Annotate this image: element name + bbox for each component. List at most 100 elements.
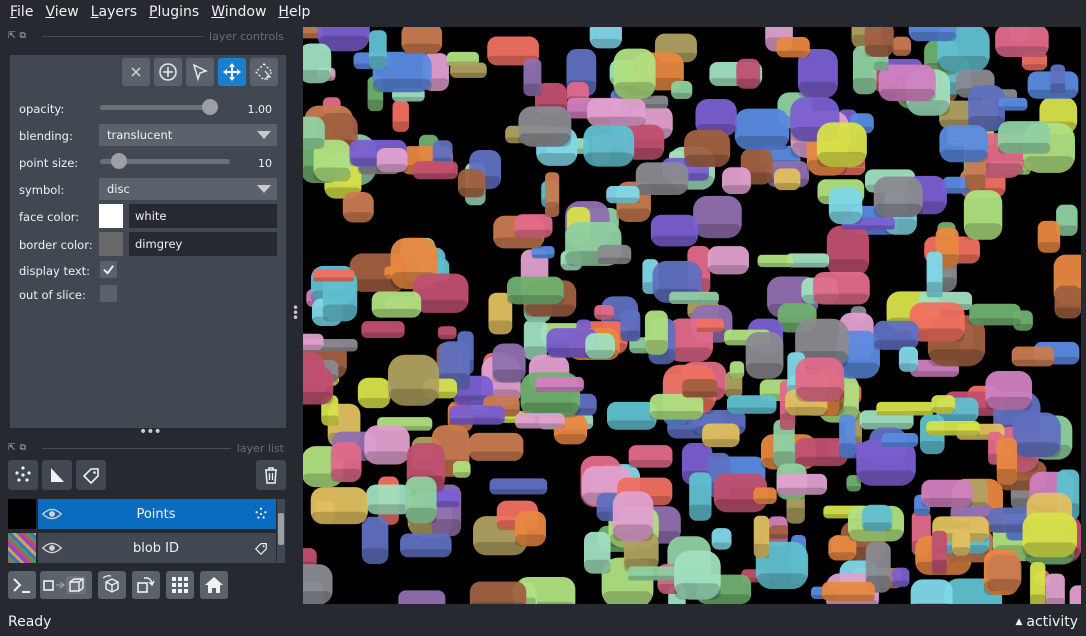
transform-icon [255, 63, 273, 81]
reset-view-button[interactable] [200, 571, 228, 599]
layer-controls-title: layer controls [209, 29, 284, 43]
face-color-input[interactable]: white [129, 204, 277, 228]
blob [839, 414, 856, 458]
border-color-swatch[interactable] [99, 232, 123, 256]
new-shapes-layer-button[interactable] [42, 460, 72, 490]
blob [910, 579, 953, 604]
blob [507, 276, 564, 305]
blob [1030, 562, 1046, 604]
blob [612, 491, 654, 542]
new-points-layer-button[interactable] [8, 460, 38, 490]
blob [997, 121, 1051, 154]
layer-name[interactable]: blob ID [66, 541, 246, 556]
visibility-toggle[interactable] [38, 541, 66, 555]
blob [357, 377, 391, 409]
blob [876, 401, 935, 416]
blob [587, 98, 646, 126]
pan-zoom-button[interactable] [218, 58, 246, 86]
face-color-swatch[interactable] [99, 204, 123, 228]
eye-icon [42, 508, 62, 520]
opacity-slider-handle[interactable] [202, 99, 218, 115]
dock-resize-handle[interactable]: ••• [139, 424, 162, 440]
menu-help[interactable]: Help [272, 4, 316, 20]
blob [401, 27, 443, 55]
blob [453, 460, 471, 478]
new-labels-layer-button[interactable] [76, 460, 106, 490]
blob [822, 581, 875, 601]
blob [469, 581, 527, 604]
blob [969, 303, 1021, 326]
blob [628, 445, 673, 468]
face-color-label: face color: [19, 210, 80, 224]
layer-row-points[interactable]: Points [8, 499, 276, 529]
blob [776, 473, 827, 495]
menu-plugins[interactable]: Plugins [143, 4, 205, 20]
menu-bar: File View Layers Plugins Window Help [0, 0, 1086, 24]
blob [745, 332, 784, 379]
display-text-checkbox[interactable] [100, 261, 117, 278]
blob [776, 36, 810, 58]
display-text-label: display text: [19, 264, 91, 278]
close-icon [131, 67, 141, 77]
activity-label: activity [1026, 614, 1078, 630]
float-icon[interactable]: ⇱ [8, 443, 16, 453]
blob [862, 504, 893, 532]
splitter-handle[interactable]: • • • [292, 302, 299, 324]
blob [371, 291, 422, 318]
blob [873, 176, 923, 218]
layer-list-scrollbar[interactable] [277, 499, 285, 563]
menu-window[interactable]: Window [205, 4, 272, 20]
layer-row-body[interactable]: blob ID [38, 533, 276, 563]
console-button[interactable] [8, 571, 36, 599]
blob [987, 554, 1022, 591]
delete-layer-button[interactable] [256, 460, 286, 490]
points-icon [246, 507, 276, 521]
point-size-slider-handle[interactable] [111, 153, 128, 169]
move-icon [223, 63, 241, 81]
blob [303, 116, 325, 149]
blob [303, 333, 324, 351]
blob [878, 64, 936, 102]
ndisplay-toggle-button[interactable] [40, 571, 92, 599]
layer-row-body[interactable]: Points [38, 499, 276, 529]
blob [361, 516, 389, 564]
close-dock-icon[interactable]: ⧉ [20, 443, 26, 453]
grid-toggle-button[interactable] [166, 571, 194, 599]
activity-button[interactable]: ▲ activity [1015, 614, 1078, 630]
transform-button[interactable] [250, 58, 278, 86]
blob [1037, 220, 1061, 253]
blob [757, 254, 793, 268]
layer-name[interactable]: Points [66, 507, 246, 522]
blob [535, 376, 584, 392]
visibility-toggle[interactable] [38, 507, 66, 521]
out-of-slice-checkbox[interactable] [100, 285, 117, 302]
roll-dimensions-button[interactable] [98, 571, 126, 599]
close-dock-icon[interactable]: ⧉ [20, 31, 26, 41]
blob [828, 186, 863, 225]
blending-combo[interactable]: translucent [99, 124, 277, 146]
symbol-combo[interactable]: disc [99, 178, 277, 200]
blob [583, 531, 611, 574]
blob [1054, 285, 1081, 319]
blob [635, 162, 689, 195]
select-points-button[interactable] [186, 58, 214, 86]
new-points-icon [15, 466, 31, 482]
scrollbar-thumb[interactable] [278, 513, 284, 545]
chevron-down-icon [257, 185, 271, 193]
add-points-button[interactable] [154, 58, 182, 86]
menu-file[interactable]: File [4, 4, 39, 20]
blob [606, 401, 657, 430]
opacity-slider[interactable] [100, 105, 218, 110]
blob [1012, 412, 1061, 458]
layer-row-blob-id[interactable]: blob ID [8, 533, 276, 563]
float-icon[interactable]: ⇱ [8, 31, 16, 41]
menu-layers[interactable]: Layers [85, 4, 143, 20]
viewer-canvas[interactable] [303, 27, 1081, 604]
blob [330, 442, 362, 483]
blob [1045, 573, 1065, 604]
status-bar: Ready ▲ activity [0, 608, 1086, 636]
delete-points-button[interactable] [122, 58, 150, 86]
border-color-input[interactable]: dimgrey [129, 232, 277, 256]
transpose-button[interactable] [132, 571, 160, 599]
menu-view[interactable]: View [39, 4, 84, 20]
